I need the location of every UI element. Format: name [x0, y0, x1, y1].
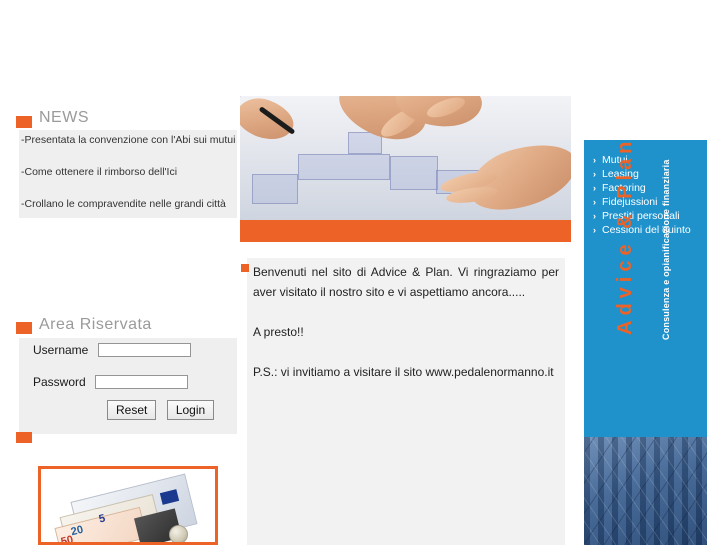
nav-item-label: Mutui	[602, 154, 628, 166]
chevron-right-icon: ›	[593, 197, 596, 207]
left-column-spacer	[15, 218, 237, 318]
euro-coin	[169, 525, 188, 542]
building-facade-image	[584, 437, 707, 545]
password-input[interactable]	[95, 374, 189, 389]
area-riservata-title: Area Riservata	[39, 316, 152, 333]
welcome-paragraph: Benvenuti nel sito di Advice & Plan. Vi …	[253, 265, 559, 299]
ps-paragraph: P.S.: vi invitiamo a visitare il sito ww…	[253, 365, 554, 379]
closing-paragraph: A presto!!	[253, 325, 304, 339]
left-bottom-marker-icon	[16, 432, 32, 443]
news-marker-icon	[16, 116, 32, 128]
login-button[interactable]: Login	[166, 400, 215, 420]
news-item[interactable]: -Crollano le compravendite nelle grandi …	[21, 198, 231, 210]
login-form: Username Password Reset Login	[19, 338, 237, 434]
content-marker-icon	[241, 264, 249, 272]
chevron-right-icon: ›	[593, 155, 596, 165]
hero-orange-bar	[240, 220, 571, 242]
nav-item-factoring[interactable]: › Factoring	[593, 182, 705, 195]
nav-item-label: Factoring	[602, 182, 646, 194]
euro-banknotes-image: 5 20 50	[38, 466, 218, 545]
area-riservata-marker-icon	[16, 322, 32, 334]
blueprint-detail	[252, 174, 298, 204]
reset-button[interactable]: Reset	[107, 400, 157, 420]
nav-item-label: Leasing	[602, 168, 639, 180]
euro-image-inner: 5 20 50	[41, 469, 215, 542]
blueprint-detail	[298, 154, 390, 180]
chevron-right-icon: ›	[593, 169, 596, 179]
nav-item-prestiti-personali[interactable]: › Prestiti personali	[593, 210, 705, 223]
nav-item-cessioni-del-quinto[interactable]: › Cessioni del quinto	[593, 224, 705, 237]
username-input[interactable]	[97, 342, 191, 357]
login-button-row: Reset Login	[107, 400, 220, 420]
nav-list: › Mutui › Leasing › Factoring › Fidejuss…	[593, 154, 705, 238]
chevron-right-icon: ›	[593, 225, 596, 235]
news-list: -Presentata la convenzione con l'Abi sui…	[19, 130, 237, 218]
nav-panel: › Mutui › Leasing › Factoring › Fidejuss…	[584, 140, 707, 435]
blueprint-detail	[390, 156, 438, 190]
password-row: Password	[33, 374, 189, 389]
right-gutter	[707, 96, 727, 545]
nav-item-label: Cessioni del quinto	[602, 224, 691, 236]
username-row: Username	[33, 342, 191, 357]
nav-item-fidejussioni[interactable]: › Fidejussioni	[593, 196, 705, 209]
username-label: Username	[33, 342, 89, 357]
building-background	[584, 437, 707, 545]
news-title: NEWS	[39, 109, 89, 126]
password-label: Password	[33, 374, 86, 389]
news-header: NEWS	[15, 105, 237, 130]
chevron-right-icon: ›	[593, 183, 596, 193]
page-root: NEWS -Presentata la convenzione con l'Ab…	[0, 0, 727, 545]
welcome-text: Benvenuti nel sito di Advice & Plan. Vi …	[253, 262, 559, 382]
nav-item-label: Fidejussioni	[602, 196, 658, 208]
nav-item-leasing[interactable]: › Leasing	[593, 168, 705, 181]
nav-item-mutui[interactable]: › Mutui	[593, 154, 705, 167]
content-left-gutter	[240, 242, 244, 545]
news-item[interactable]: -Presentata la convenzione con l'Abi sui…	[21, 134, 235, 146]
news-item[interactable]: -Come ottenere il rimborso dell'Ici	[21, 166, 231, 178]
hero-blueprint-image	[240, 96, 571, 220]
nav-item-label: Prestiti personali	[602, 210, 680, 222]
area-riservata-header: Area Riservata	[15, 316, 237, 340]
chevron-right-icon: ›	[593, 211, 596, 221]
